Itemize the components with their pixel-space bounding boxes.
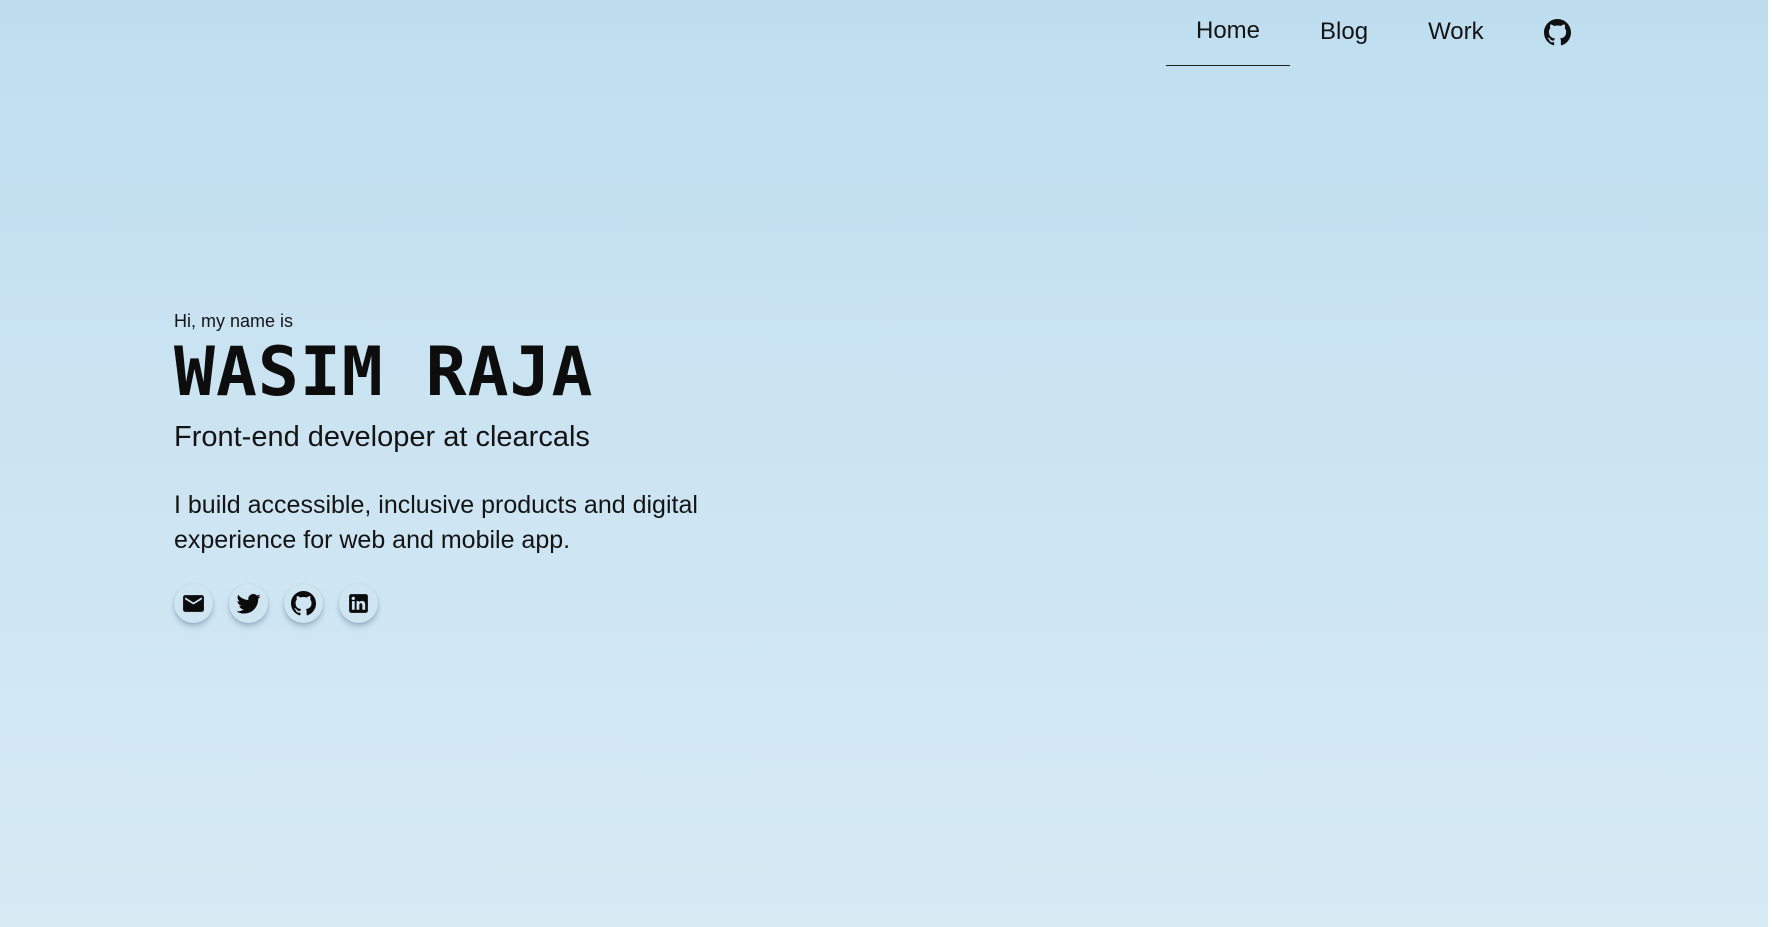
nav-link-label: Home	[1196, 16, 1261, 44]
mail-icon	[183, 595, 204, 612]
twitter-icon	[236, 593, 261, 614]
github-icon	[291, 591, 316, 616]
top-nav: Home Blog Work	[1166, 0, 1571, 66]
greeting-text: Hi, my name is	[174, 311, 294, 331]
github-icon	[1543, 18, 1571, 45]
twitter-button[interactable]	[229, 584, 268, 623]
linkedin-button[interactable]	[339, 584, 378, 623]
email-button[interactable]	[174, 584, 213, 623]
social-links	[174, 584, 378, 623]
nav-link-blog[interactable]: Blog	[1290, 0, 1398, 66]
nav-link-label: Work	[1428, 18, 1484, 45]
nav-link-work[interactable]: Work	[1398, 0, 1514, 66]
page-background: Home Blog Work Hi, my name is WASIM RAJA…	[0, 0, 1768, 927]
hero-role: Front-end developer at clearcals	[174, 421, 590, 453]
github-button[interactable]	[284, 584, 323, 623]
hero-section: Hi, my name is WASIM RAJA Front-end deve…	[174, 306, 774, 558]
hero-name: WASIM RAJA	[174, 333, 594, 412]
scrollbar-gutter	[1768, 0, 1772, 927]
linkedin-icon	[349, 594, 368, 613]
nav-link-home[interactable]: Home	[1166, 0, 1291, 66]
nav-github-link[interactable]	[1514, 0, 1571, 66]
nav-link-label: Blog	[1320, 18, 1369, 45]
hero-bio: I build accessible, inclusive products a…	[174, 491, 698, 554]
